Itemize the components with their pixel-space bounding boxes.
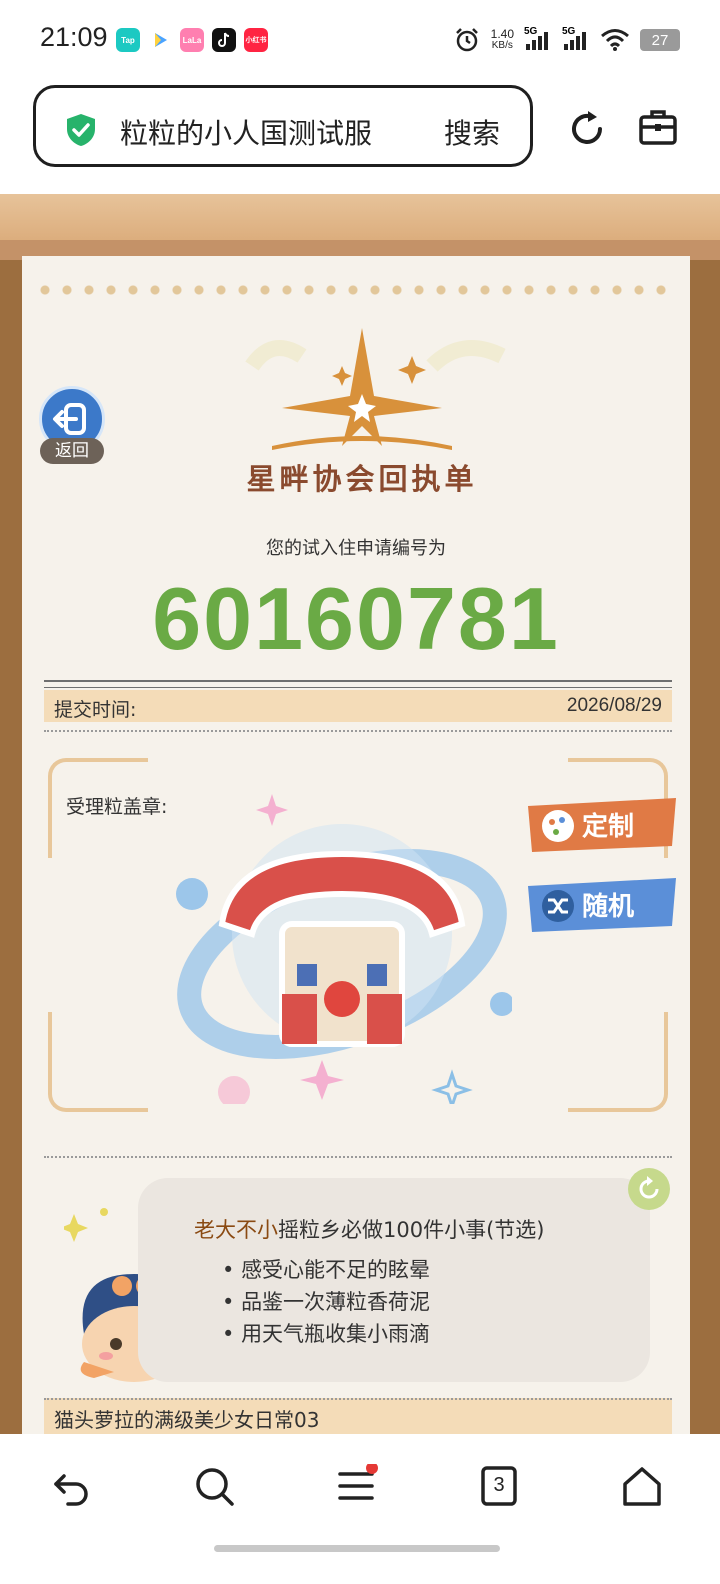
menu-icon: [338, 1462, 378, 1500]
stamp-label: 受理粒盖章:: [66, 796, 168, 818]
customize-button[interactable]: 定制: [522, 796, 682, 852]
search-button[interactable]: 搜索: [444, 112, 500, 152]
back-arrow-icon[interactable]: [50, 1464, 94, 1508]
back-button[interactable]: 返回: [38, 386, 106, 476]
application-subtitle: 您的试入住申请编号为: [266, 538, 446, 559]
net-speed-unit: KB/s: [491, 40, 513, 51]
tabs-button[interactable]: 3: [478, 1464, 522, 1508]
submit-time-label: 提交时间:: [54, 699, 137, 721]
random-button[interactable]: 随机: [522, 876, 682, 932]
address-search-box[interactable]: 粒粒的小人国测试服 搜索: [33, 85, 533, 167]
toolbox-icon[interactable]: [638, 108, 678, 146]
tiktok-icon: [212, 28, 236, 52]
net-speed: 1.40 KB/s: [491, 28, 514, 52]
list-item-text: 用天气瓶收集小雨滴: [241, 1322, 431, 1346]
tips-title-highlight: 老大不小: [194, 1218, 278, 1242]
refresh-tips-button[interactable]: [628, 1168, 670, 1210]
random-label: 随机: [582, 892, 635, 922]
lala-app-icon: LaLa: [180, 28, 204, 52]
tips-title-rest: 摇粒乡必做100件小事(节选): [278, 1218, 545, 1242]
customize-label: 定制: [582, 812, 635, 842]
status-time: 21:09: [40, 22, 108, 52]
search-input[interactable]: 粒粒的小人国测试服: [120, 112, 372, 152]
back-label: 返回: [40, 438, 104, 464]
shield-check-icon: [67, 114, 95, 146]
system-icons: 1.40 KB/s 5G 5G 27: [453, 26, 680, 54]
tips-card-title: 老大不小摇粒乡必做100件小事(节选): [194, 1214, 544, 1244]
bottom-navigation: 3: [0, 1434, 720, 1584]
dotted-divider-2: [44, 1156, 672, 1158]
list-item: • 用天气瓶收集小雨滴: [222, 1322, 431, 1346]
dotted-divider: [44, 730, 672, 732]
battery-indicator: 27: [640, 29, 680, 51]
home-indicator[interactable]: [214, 1545, 500, 1552]
status-bar: 21:09 Tap LaLa 小红书 1.40 KB/s 5G 5G 27: [0, 0, 720, 80]
receipt-paper: 返回 星畔协会回执单 您的试入住申请编号为 60160781 提交时间: 202…: [22, 256, 690, 1434]
tap-app-icon: Tap: [116, 28, 140, 52]
browser-toolbar: 粒粒的小人国测试服 搜索: [0, 80, 720, 192]
wifi-icon: [601, 29, 629, 51]
video-play-icon: [148, 28, 172, 52]
net-speed-value: 1.40: [490, 27, 514, 41]
signal-5g-2-icon: 5G: [562, 26, 590, 52]
alarm-icon: [455, 28, 478, 52]
home-icon[interactable]: [620, 1464, 664, 1508]
telephone-stamp-icon: [176, 794, 512, 1104]
signal-5g-1-icon: 5G: [524, 26, 552, 52]
tab-count: 3: [493, 1474, 505, 1496]
list-item-text: 感受心能不足的眩晕: [241, 1258, 431, 1282]
list-item-text: 品鉴一次薄粒香荷泥: [241, 1290, 431, 1314]
list-item: • 品鉴一次薄粒香荷泥: [222, 1290, 431, 1314]
double-divider: [44, 680, 672, 688]
xiaohongshu-app-icon: 小红书: [244, 28, 268, 52]
refresh-icon: [639, 1176, 659, 1199]
web-content: 返回 星畔协会回执单 您的试入住申请编号为 60160781 提交时间: 202…: [0, 194, 720, 1434]
search-icon[interactable]: [192, 1464, 236, 1508]
logo-title: 星畔协会回执单: [246, 462, 478, 496]
submit-time-row: 提交时间: 2026/08/29: [44, 690, 672, 722]
frame-corner-bl: [48, 1012, 148, 1112]
application-number: 60160781: [152, 569, 560, 668]
diary-title: 猫头萝拉的满级美少女日常03: [54, 1408, 320, 1432]
frame-corner-br: [568, 1012, 668, 1112]
submit-time-value: 2026/08/29: [566, 695, 662, 716]
diary-title-bar[interactable]: 猫头萝拉的满级美少女日常03: [44, 1398, 672, 1434]
dot-border: [34, 284, 678, 296]
menu-button[interactable]: [336, 1462, 380, 1508]
notification-icons: Tap LaLa 小红书: [116, 28, 268, 52]
tips-list: • 感受心能不足的眩晕 • 品鉴一次薄粒香荷泥 • 用天气瓶收集小雨滴: [222, 1254, 430, 1350]
list-item: • 感受心能不足的眩晕: [222, 1258, 431, 1282]
reload-icon[interactable]: [566, 108, 608, 150]
